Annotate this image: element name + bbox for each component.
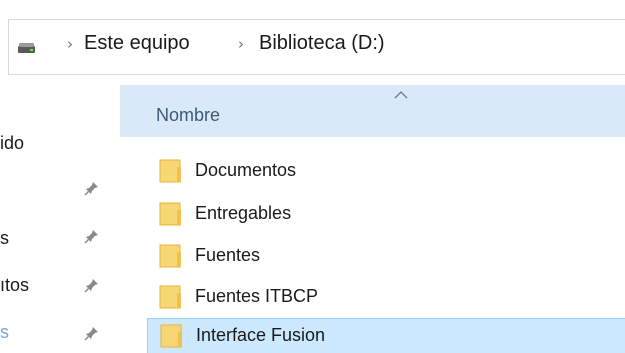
breadcrumb-separator[interactable]: › — [238, 35, 244, 53]
pin-icon[interactable] — [84, 228, 100, 244]
file-row-selected[interactable]: Interface Fusion — [147, 318, 625, 353]
pin-icon[interactable] — [84, 180, 100, 196]
folder-icon — [159, 202, 181, 226]
column-header-label: Nombre — [156, 105, 221, 125]
breadcrumb-este-equipo[interactable]: Este equipo — [84, 32, 190, 55]
breadcrumb-biblioteca[interactable]: Biblioteca (D:) — [259, 32, 385, 55]
file-row[interactable]: Entregables — [147, 197, 625, 231]
file-name: Fuentes — [195, 245, 261, 265]
nav-item-label[interactable]: s — [0, 322, 9, 343]
file-row[interactable]: Fuentes — [147, 239, 625, 273]
folder-icon — [159, 285, 181, 309]
caret-up-icon — [394, 91, 408, 99]
address-bar[interactable]: › Este equipo › Biblioteca (D:) — [8, 19, 625, 75]
folder-icon — [159, 159, 181, 183]
file-row[interactable]: Fuentes ITBCP — [147, 280, 625, 314]
file-name: Fuentes ITBCP — [195, 286, 319, 306]
nav-item-label[interactable]: s — [0, 228, 9, 249]
file-row[interactable]: Documentos — [147, 154, 625, 188]
pin-icon[interactable] — [84, 277, 100, 293]
folder-icon — [160, 324, 182, 348]
pin-icon[interactable] — [84, 325, 100, 341]
file-name: Entregables — [195, 203, 292, 223]
navigation-pane: ido s ıtos s — [0, 85, 130, 353]
breadcrumb-separator[interactable]: › — [67, 35, 73, 53]
drive-icon — [18, 43, 35, 53]
file-explorer-window: › Este equipo › Biblioteca (D:) ido s ıt… — [0, 0, 625, 353]
nav-item-label[interactable]: ido — [0, 133, 24, 154]
file-name: Documentos — [195, 160, 297, 180]
file-name: Interface Fusion — [196, 325, 326, 345]
nav-item-label[interactable]: ıtos — [0, 275, 29, 296]
column-header-name[interactable]: Nombre — [120, 85, 625, 137]
folder-icon — [159, 244, 181, 268]
